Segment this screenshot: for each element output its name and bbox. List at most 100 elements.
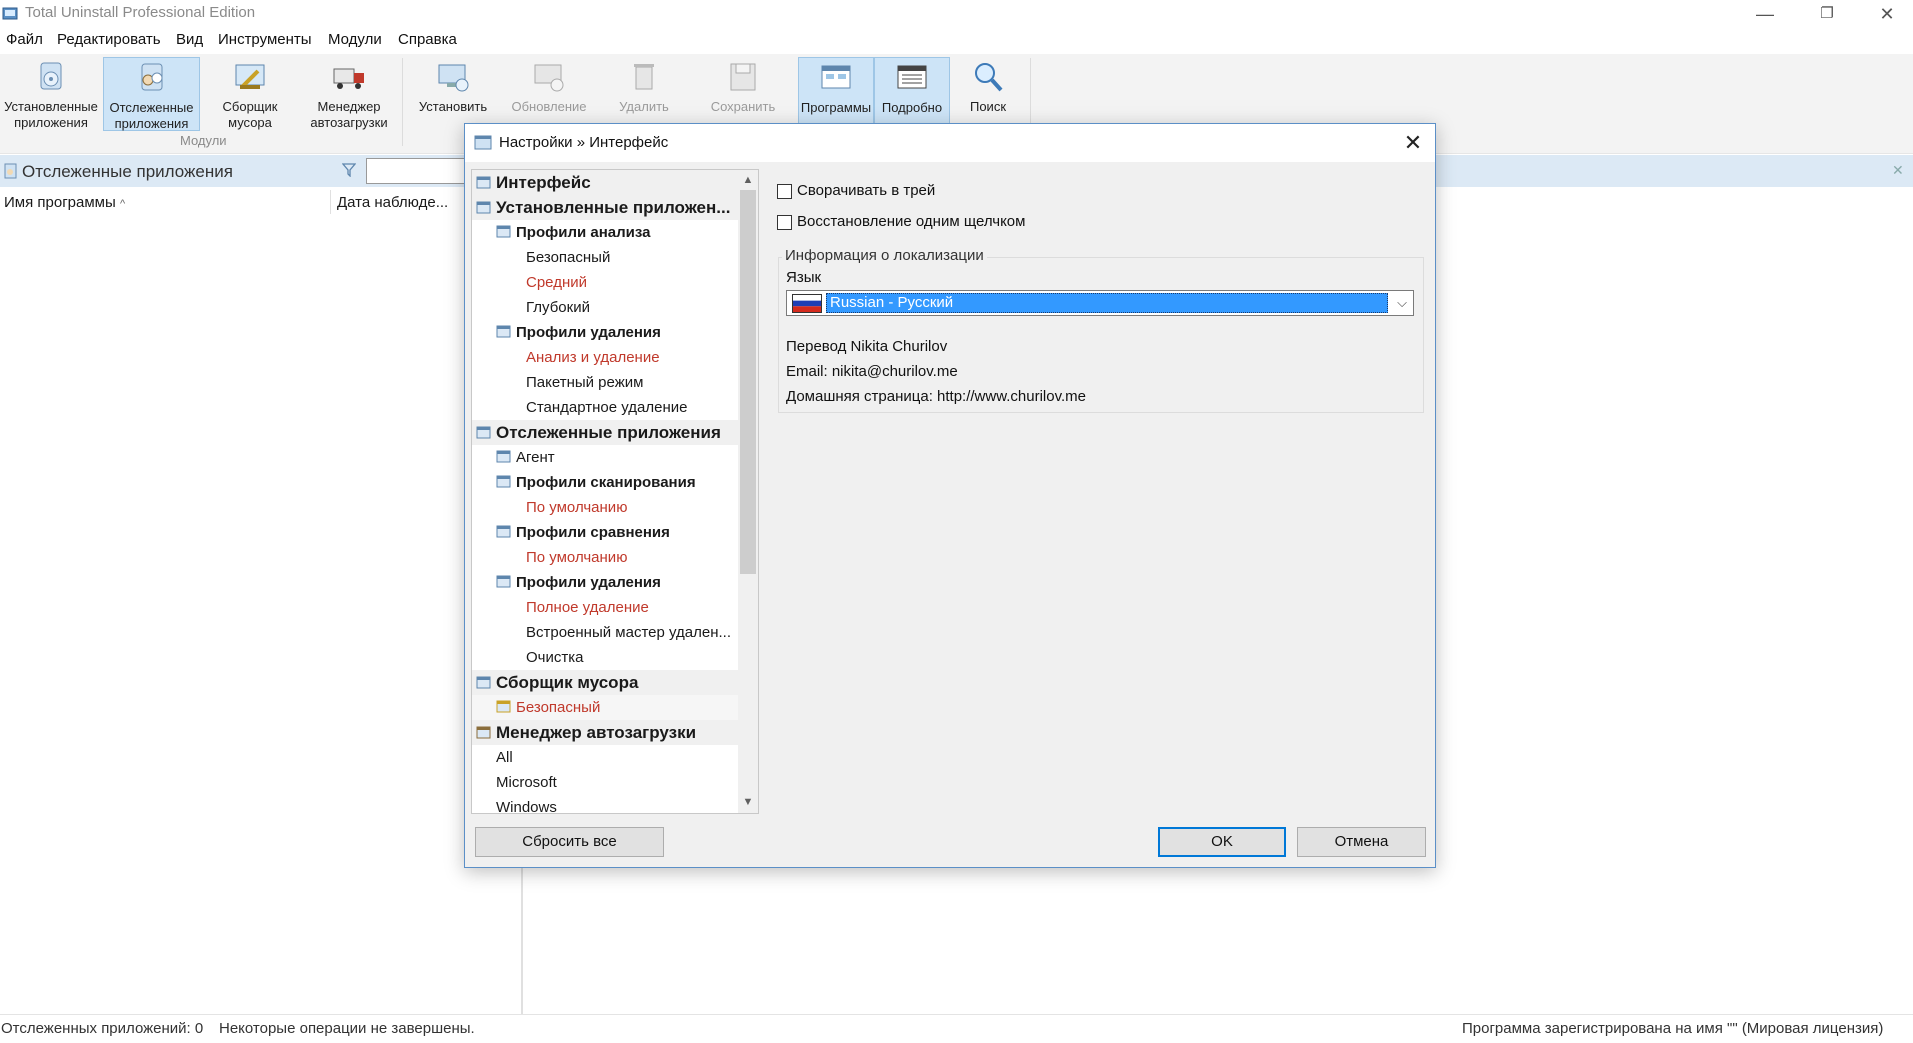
chevron-down-icon[interactable]: ⌵ xyxy=(1392,293,1412,313)
menu-view[interactable]: Вид xyxy=(176,31,203,48)
ribbon-installed-apps-button[interactable]: Установленные приложения xyxy=(3,57,99,131)
translator-text: Перевод Nikita Churilov xyxy=(786,338,948,355)
monitored-apps-small-icon xyxy=(4,163,17,179)
ribbon-install-label: Установить xyxy=(418,99,488,114)
scroll-down-icon[interactable]: ▼ xyxy=(738,793,758,811)
tree-item-label: Очистка xyxy=(526,649,584,666)
autorun-manager-icon xyxy=(333,68,364,89)
ribbon-junk-collector-button[interactable]: Сборщик мусора xyxy=(206,57,294,131)
tree-item-label: Профили удаления xyxy=(516,324,661,341)
ribbon-save-label: Сохранить xyxy=(710,99,776,114)
column-watch-date[interactable]: Дата наблюде... xyxy=(337,194,448,211)
tree-item-label: Средний xyxy=(526,274,587,291)
tree-item[interactable]: Безопасный xyxy=(472,245,758,270)
monitored-apps-icon xyxy=(476,426,491,439)
minimize-to-tray-checkbox[interactable] xyxy=(777,184,792,199)
tree-item[interactable]: Полное удаление xyxy=(472,595,758,620)
interface-icon xyxy=(476,176,491,189)
ribbon-search-button[interactable]: Поиск xyxy=(956,57,1020,131)
tree-item[interactable]: Microsoft xyxy=(472,770,758,795)
tree-scroll-thumb[interactable] xyxy=(740,190,756,574)
tree-item[interactable]: Пакетный режим xyxy=(472,370,758,395)
ribbon-autorun-manager-button[interactable]: Менеджер автозагрузки xyxy=(302,57,396,131)
tree-item-label: Встроенный мастер удален... xyxy=(526,624,731,641)
delete-icon xyxy=(634,64,654,90)
minimize-button[interactable]: — xyxy=(1735,0,1795,28)
search-icon xyxy=(975,63,1003,92)
tree-item[interactable]: Встроенный мастер удален... xyxy=(472,620,758,645)
install-icon xyxy=(438,64,469,92)
tree-item[interactable]: Анализ и удаление xyxy=(472,345,758,370)
tree-item[interactable]: Менеджер автозагрузки xyxy=(472,720,758,745)
restore-button[interactable]: ❐ xyxy=(1797,0,1857,28)
ribbon-installed-apps-label: Установленные приложения xyxy=(4,99,98,130)
filter-input[interactable] xyxy=(366,158,466,184)
ok-button[interactable]: OK xyxy=(1158,827,1286,857)
menu-edit[interactable]: Редактировать xyxy=(57,31,161,48)
tree-item[interactable]: Сборщик мусора xyxy=(472,670,758,695)
close-button[interactable]: ✕ xyxy=(1857,0,1913,28)
tree-item[interactable]: Профили удаления xyxy=(472,320,758,345)
tree-item-label: Профили сравнения xyxy=(516,524,670,541)
tree-item[interactable]: Windows xyxy=(472,795,758,813)
tree-item-label: Менеджер автозагрузки xyxy=(496,723,697,742)
menu-file[interactable]: Файл xyxy=(6,31,43,48)
tree-item[interactable]: Агент xyxy=(472,445,758,470)
translator-homepage: Домашняя страница: http://www.churilov.m… xyxy=(786,388,1086,405)
filter-icon[interactable] xyxy=(342,163,356,177)
details-icon xyxy=(897,65,927,89)
ribbon-update-label: Обновление xyxy=(511,99,587,114)
analysis-profile-icon xyxy=(496,225,511,238)
column-separator[interactable] xyxy=(330,190,331,214)
language-value: Russian - Русский xyxy=(830,294,954,311)
dialog-close-button[interactable]: ✕ xyxy=(1398,128,1428,158)
tree-item[interactable]: All xyxy=(472,745,758,770)
column-program-name[interactable]: Имя программы ^ xyxy=(4,194,125,211)
ribbon-programs-button[interactable]: Программы xyxy=(798,57,874,131)
ribbon-delete-button[interactable]: Удалить xyxy=(604,57,684,131)
tree-item[interactable]: Профили сравнения xyxy=(472,520,758,545)
tree-item-label: Глубокий xyxy=(526,299,590,316)
broom-icon xyxy=(496,700,511,713)
tree-item[interactable]: Средний xyxy=(472,270,758,295)
scroll-up-icon[interactable]: ▲ xyxy=(738,171,758,189)
tree-item[interactable]: Интерфейс xyxy=(472,170,758,195)
ribbon-separator xyxy=(402,58,403,146)
tree-item[interactable]: Профили анализа xyxy=(472,220,758,245)
menu-help[interactable]: Справка xyxy=(398,31,457,48)
panel-close-icon[interactable]: ✕ xyxy=(1892,162,1904,179)
ribbon-monitored-apps-button[interactable]: Отслеженные приложения xyxy=(103,57,200,131)
ribbon-install-button[interactable]: Установить xyxy=(412,57,494,131)
tree-item[interactable]: Установленные приложен... xyxy=(472,195,758,220)
reset-all-button[interactable]: Сбросить все xyxy=(475,827,664,857)
tree-item-label: Стандартное удаление xyxy=(526,399,688,416)
tree-item[interactable]: По умолчанию xyxy=(472,495,758,520)
tree-item[interactable]: Профили удаления xyxy=(472,570,758,595)
menu-modules[interactable]: Модули xyxy=(328,31,382,48)
ribbon-details-button[interactable]: Подробно xyxy=(874,57,950,131)
menu-tools[interactable]: Инструменты xyxy=(218,31,312,48)
ribbon-junk-collector-label: Сборщик мусора xyxy=(222,99,278,130)
panel-title: Отслеженные приложения xyxy=(22,162,233,181)
russia-flag-icon xyxy=(792,294,822,313)
tree-item[interactable]: Безопасный xyxy=(472,695,758,720)
save-icon xyxy=(730,63,756,91)
tree-item[interactable]: Отслеженные приложения xyxy=(472,420,758,445)
monitored-apps-icon xyxy=(141,63,162,91)
ribbon-update-button[interactable]: Обновление xyxy=(502,57,596,131)
tree-item[interactable]: По умолчанию xyxy=(472,545,758,570)
ribbon-programs-label: Программы xyxy=(800,100,872,115)
tree-item[interactable]: Глубокий xyxy=(472,295,758,320)
junk-collector-icon xyxy=(476,676,491,689)
tree-item[interactable]: Очистка xyxy=(472,645,758,670)
minimize-to-tray-label: Сворачивать в трей xyxy=(797,182,936,199)
single-click-restore-checkbox[interactable] xyxy=(777,215,792,230)
ribbon-save-button[interactable]: Сохранить xyxy=(692,57,794,131)
tree-item-label: По умолчанию xyxy=(526,549,628,566)
tree-item[interactable]: Профили сканирования xyxy=(472,470,758,495)
tree-item[interactable]: Стандартное удаление xyxy=(472,395,758,420)
tree-item-label: Безопасный xyxy=(516,699,601,716)
ribbon-details-label: Подробно xyxy=(881,100,943,115)
junk-collector-icon xyxy=(235,64,265,89)
cancel-button[interactable]: Отмена xyxy=(1297,827,1426,857)
